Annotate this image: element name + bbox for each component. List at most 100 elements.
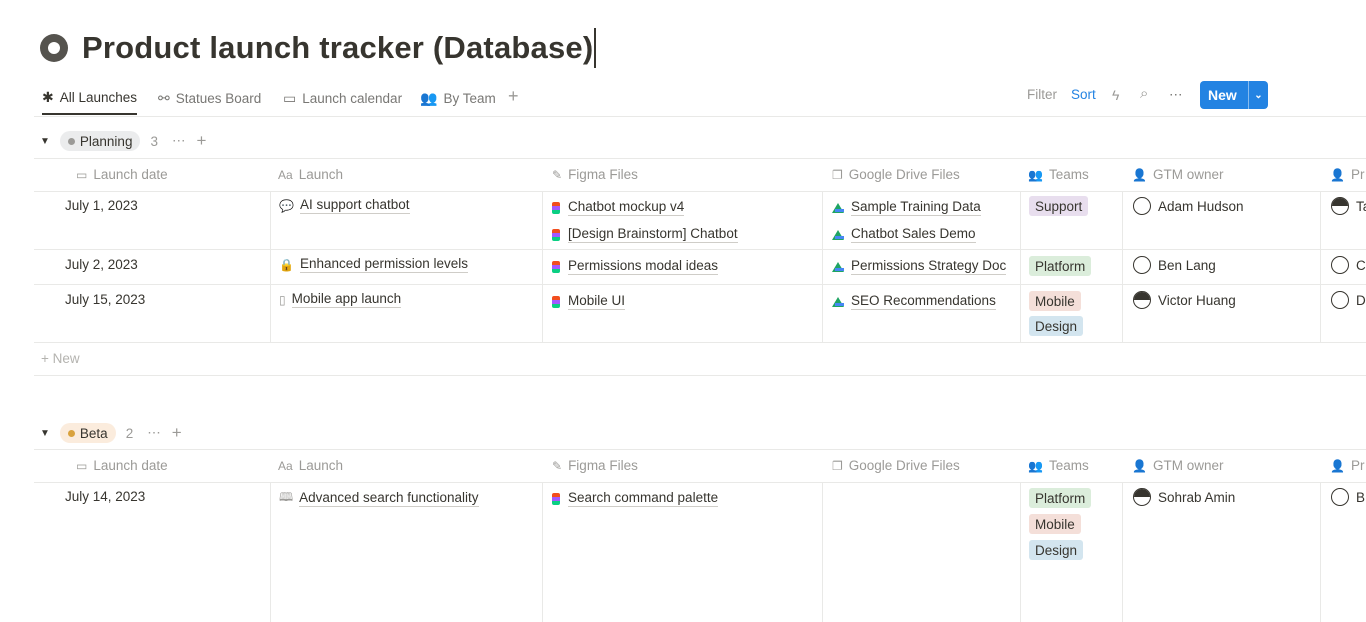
person-chip[interactable]: Victor Huang xyxy=(1133,291,1236,309)
collapse-triangle-icon[interactable]: ▼ xyxy=(40,428,50,439)
teams-cell[interactable]: Platform Mobile Design xyxy=(1020,482,1123,622)
drive-file-link[interactable]: Permissions Strategy Doc xyxy=(832,258,1007,275)
drive-cell[interactable] xyxy=(822,482,1021,622)
more-options-icon[interactable]: ⋯ xyxy=(1169,87,1183,103)
lightning-icon[interactable]: ϟ xyxy=(1112,87,1119,103)
person-name: Ta xyxy=(1356,198,1366,214)
drive-file-link[interactable]: Chatbot Sales Demo xyxy=(832,226,976,243)
status-badge[interactable]: Planning xyxy=(59,131,141,151)
column-label: Launch xyxy=(298,167,343,182)
pr-owner-cell[interactable]: D xyxy=(1320,285,1366,342)
column-header-gdrive[interactable]: ❐ Google Drive Files xyxy=(832,458,960,473)
gtm-owner-cell[interactable]: Adam Hudson xyxy=(1122,191,1321,249)
teams-cell[interactable]: Mobile Design xyxy=(1020,285,1123,342)
filter-button[interactable]: Filter xyxy=(1027,87,1057,102)
google-drive-icon xyxy=(832,202,844,213)
status-badge[interactable]: Beta xyxy=(59,423,116,443)
avatar xyxy=(1133,291,1151,309)
pr-owner-cell[interactable]: B xyxy=(1320,482,1366,622)
file-label: Chatbot mockup v4 xyxy=(568,199,685,216)
tab-all-launches[interactable]: ✱ All Launches xyxy=(42,82,138,115)
column-header-pr[interactable]: 👤 Pr xyxy=(1330,167,1364,182)
person-chip[interactable]: C xyxy=(1331,256,1366,274)
column-header-pr[interactable]: 👤 Pr xyxy=(1330,458,1364,473)
date-cell[interactable]: July 1, 2023 xyxy=(34,191,270,249)
drive-file-link[interactable]: SEO Recommendations xyxy=(832,293,996,310)
figma-file-link[interactable]: Mobile UI xyxy=(552,293,626,310)
date-cell[interactable]: July 15, 2023 xyxy=(34,285,270,342)
more-icon[interactable]: ⋯ xyxy=(172,133,187,149)
launch-title[interactable]: ▯ Mobile app launch xyxy=(279,291,402,308)
launch-cell[interactable]: ▯ Mobile app launch xyxy=(270,285,543,342)
pr-owner-cell[interactable]: C xyxy=(1320,250,1366,284)
figma-file-link[interactable]: [Design Brainstorm] Chatbot xyxy=(552,226,738,243)
table-row[interactable]: July 15, 2023 ▯ Mobile app launch Mobile … xyxy=(34,285,1366,343)
pr-owner-cell[interactable]: Ta xyxy=(1320,191,1366,249)
person-chip[interactable]: Sohrab Amin xyxy=(1133,488,1235,506)
drive-file-link[interactable]: Sample Training Data xyxy=(832,199,981,216)
gtm-owner-cell[interactable]: Victor Huang xyxy=(1122,285,1321,342)
file-label: SEO Recommendations xyxy=(851,293,996,310)
drive-cell[interactable]: Permissions Strategy Doc xyxy=(822,250,1021,284)
tab-by-team[interactable]: 👥 By Team xyxy=(420,82,496,115)
figma-file-link[interactable]: Chatbot mockup v4 xyxy=(552,199,685,216)
launch-title[interactable]: 💬 AI support chatbot xyxy=(279,197,410,214)
date-cell[interactable]: July 2, 2023 xyxy=(34,250,270,284)
sort-button[interactable]: Sort xyxy=(1071,87,1096,102)
launch-cell[interactable]: 💬 AI support chatbot xyxy=(270,191,543,249)
column-header-launch[interactable]: Aa Launch xyxy=(278,458,343,473)
person-chip[interactable]: D xyxy=(1331,291,1366,309)
figma-cell[interactable]: Chatbot mockup v4 [Design Brainstorm] Ch… xyxy=(542,191,823,249)
launch-title[interactable]: 🕮 Advanced search functionality xyxy=(279,488,479,509)
figma-cell[interactable]: Mobile UI xyxy=(542,285,823,342)
new-row-button[interactable]: + New xyxy=(34,343,1366,376)
column-header-figma[interactable]: ✎ Figma Files xyxy=(552,458,638,473)
tab-launch-calendar[interactable]: ▭ Launch calendar xyxy=(283,82,402,115)
figma-cell[interactable]: Permissions modal ideas xyxy=(542,250,823,284)
launch-title[interactable]: 🔒 Enhanced permission levels xyxy=(279,256,469,273)
calendar-icon: ▭ xyxy=(76,458,88,473)
teams-cell[interactable]: Support xyxy=(1020,191,1123,249)
launch-cell[interactable]: 🕮 Advanced search functionality xyxy=(270,482,543,622)
collapse-triangle-icon[interactable]: ▼ xyxy=(40,136,50,147)
drive-cell[interactable]: Sample Training Data Chatbot Sales Demo xyxy=(822,191,1021,249)
column-header-gdrive[interactable]: ❐ Google Drive Files xyxy=(832,167,960,182)
column-label: Teams xyxy=(1048,167,1089,182)
add-icon[interactable]: + xyxy=(196,131,206,151)
figma-cell[interactable]: Search command palette xyxy=(542,482,823,622)
figma-file-link[interactable]: Search command palette xyxy=(552,490,719,507)
more-icon[interactable]: ⋯ xyxy=(147,425,162,441)
column-header-figma[interactable]: ✎ Figma Files xyxy=(552,167,638,182)
column-header-launch[interactable]: Aa Launch xyxy=(278,167,343,182)
date-cell[interactable]: July 14, 2023 xyxy=(34,482,270,622)
column-label: Pr xyxy=(1350,458,1365,473)
gtm-owner-cell[interactable]: Sohrab Amin xyxy=(1122,482,1321,622)
figma-file-link[interactable]: Permissions modal ideas xyxy=(552,258,719,275)
table-row[interactable]: July 1, 2023 💬 AI support chatbot Chatbot… xyxy=(34,191,1366,250)
add-icon[interactable]: + xyxy=(172,423,182,443)
table-row[interactable]: July 2, 2023 🔒 Enhanced permission levels… xyxy=(34,250,1366,285)
column-header-gtm[interactable]: 👤 GTM owner xyxy=(1132,458,1223,473)
column-header-gtm[interactable]: 👤 GTM owner xyxy=(1132,167,1223,182)
chevron-down-icon[interactable]: ⌄ xyxy=(1249,90,1268,101)
search-icon[interactable]: ⌕ xyxy=(1140,85,1148,102)
tab-statues-board[interactable]: ⚯ Statues Board xyxy=(158,82,261,115)
page-title[interactable]: Product launch tracker (Database) xyxy=(82,30,593,66)
column-header-teams[interactable]: 👥 Teams xyxy=(1028,458,1089,473)
drive-cell[interactable]: SEO Recommendations xyxy=(822,285,1021,342)
page-icon[interactable] xyxy=(40,34,68,62)
column-header-launch-date[interactable]: ▭ Launch date xyxy=(76,458,168,473)
table-row[interactable]: July 14, 2023 🕮 Advanced search functiona… xyxy=(34,482,1366,622)
person-chip[interactable]: B xyxy=(1331,488,1365,506)
column-header-teams[interactable]: 👥 Teams xyxy=(1028,167,1089,182)
add-view-icon[interactable]: + xyxy=(508,86,519,107)
gtm-owner-cell[interactable]: Ben Lang xyxy=(1122,250,1321,284)
teams-cell[interactable]: Platform xyxy=(1020,250,1123,284)
person-chip[interactable]: Ta xyxy=(1331,197,1366,215)
launch-label: Advanced search functionality xyxy=(299,490,479,507)
launch-cell[interactable]: 🔒 Enhanced permission levels xyxy=(270,250,543,284)
person-chip[interactable]: Ben Lang xyxy=(1133,256,1216,274)
column-header-launch-date[interactable]: ▭ Launch date xyxy=(76,167,168,182)
new-button[interactable]: New ⌄ xyxy=(1200,81,1268,109)
person-chip[interactable]: Adam Hudson xyxy=(1133,197,1244,215)
